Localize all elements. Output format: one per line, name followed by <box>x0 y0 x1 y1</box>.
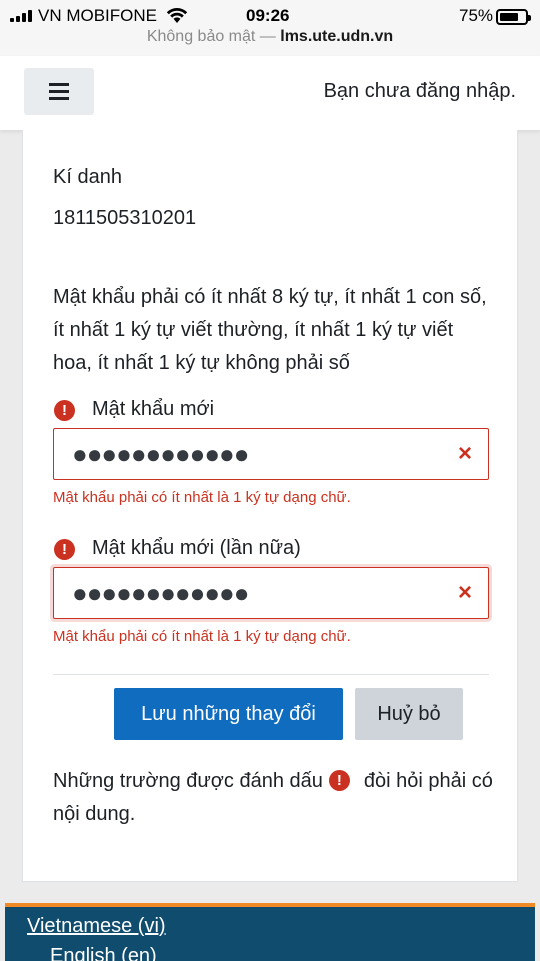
required-icon: ! <box>328 770 350 792</box>
change-password-form: Kí danh 1811505310201 Mật khẩu phải có í… <box>22 130 518 882</box>
username-label: Kí danh <box>53 166 122 188</box>
new-password-again-field[interactable]: ●●●●●●●●●●●● × <box>53 567 489 619</box>
new-password-again-error: Mật khẩu phải có ít nhất là 1 ký tự dạng… <box>53 628 351 645</box>
new-password-field[interactable]: ●●●●●●●●●●●● × <box>53 428 489 480</box>
required-fields-note: Những trường được đánh dấu! đòi hỏi phải … <box>53 765 493 831</box>
status-row: VN MOBIFONE 09:26 75% <box>0 4 540 28</box>
battery-fill <box>500 13 518 21</box>
hamburger-icon <box>49 83 69 86</box>
carrier-name: VN MOBIFONE <box>38 6 158 25</box>
new-password-error: Mật khẩu phải có ít nhất là 1 ký tự dạng… <box>53 489 351 506</box>
login-status: Bạn chưa đăng nhập. <box>323 80 516 102</box>
footer-language-menu: Vietnamese (vi) English (en) <box>5 903 535 961</box>
new-password-again-label: Mật khẩu mới (lần nữa) <box>92 537 301 559</box>
cellular-signal-icon <box>10 10 32 22</box>
battery-percentage: 75% <box>459 6 494 25</box>
language-option-vietnamese[interactable]: Vietnamese (vi) <box>27 915 166 938</box>
error-x-icon: × <box>457 579 472 606</box>
clock: 09:26 <box>246 6 290 25</box>
new-password-again-masked-value: ●●●●●●●●●●●● <box>72 578 249 608</box>
url-security-warning: Không bảo mật — <box>146 28 276 45</box>
cancel-button[interactable]: Huỷ bỏ <box>355 688 463 740</box>
required-note-text-before: Những trường được đánh dấu <box>53 770 323 792</box>
site-navbar: Bạn chưa đăng nhập. <box>0 56 540 130</box>
url-bar[interactable]: Không bảo mật — lms.ute.udn.vn <box>0 28 540 46</box>
battery-icon <box>496 9 531 25</box>
new-password-label: Mật khẩu mới <box>92 398 215 420</box>
new-password-masked-value: ●●●●●●●●●●●● <box>72 439 249 469</box>
wifi-icon <box>166 8 188 23</box>
username-value: 1811505310201 <box>53 207 197 229</box>
required-icon: ! <box>54 400 75 421</box>
required-icon: ! <box>54 539 75 560</box>
url-domain: lms.ute.udn.vn <box>280 28 394 45</box>
hamburger-menu-button[interactable] <box>24 68 94 115</box>
save-changes-button[interactable]: Lưu những thay đổi <box>114 688 343 740</box>
language-option-english[interactable]: English (en) <box>50 945 157 961</box>
error-x-icon: × <box>457 440 472 467</box>
divider <box>53 674 489 675</box>
password-policy-text: Mật khẩu phải có ít nhất 8 ký tự, ít nhấ… <box>53 286 487 374</box>
ios-status-bar: VN MOBIFONE 09:26 75% Không bảo mật — lm… <box>0 0 540 56</box>
